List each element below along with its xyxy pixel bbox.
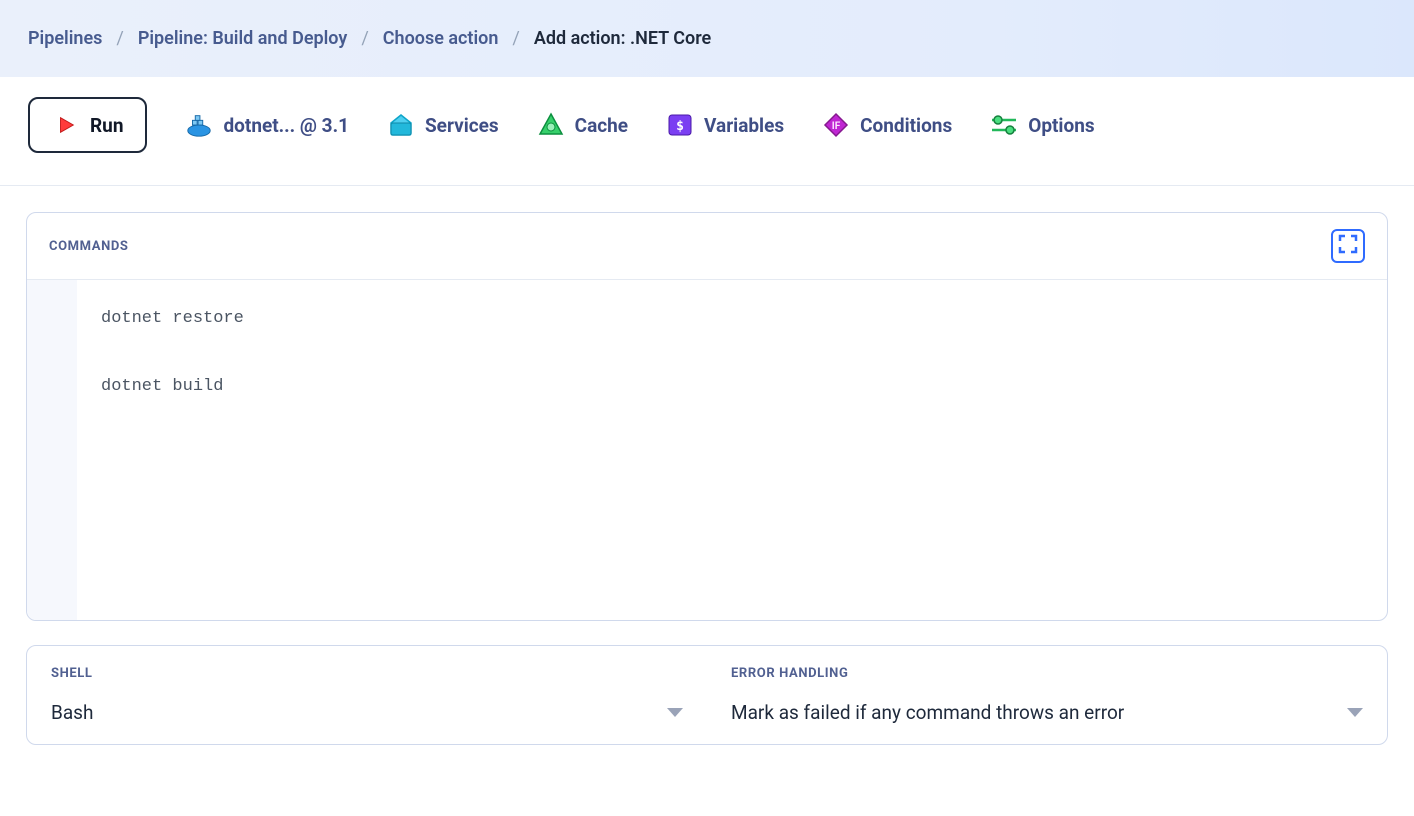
tab-services[interactable]: Services	[387, 103, 499, 147]
error-handling-value: Mark as failed if any command throws an …	[731, 701, 1124, 724]
error-handling-select[interactable]: Mark as failed if any command throws an …	[731, 701, 1363, 724]
docker-icon	[185, 111, 213, 139]
svg-text:$: $	[676, 119, 684, 134]
variables-icon: $	[666, 111, 694, 139]
editor-gutter	[27, 280, 77, 620]
tab-run-label: Run	[90, 114, 123, 137]
tab-docker-label: dotnet... @ 3.1	[223, 114, 349, 137]
services-icon	[387, 111, 415, 139]
options-icon	[990, 111, 1018, 139]
chevron-down-icon	[667, 708, 683, 717]
breadcrumb: Pipelines / Pipeline: Build and Deploy /…	[0, 0, 1414, 77]
shell-label: SHELL	[51, 666, 683, 681]
tab-bar: Run dotnet... @ 3.1 Services	[0, 77, 1414, 186]
svg-text:IF: IF	[832, 121, 841, 132]
shell-select[interactable]: Bash	[51, 701, 683, 724]
breadcrumb-choose-action[interactable]: Choose action	[383, 28, 499, 49]
fullscreen-icon	[1338, 234, 1358, 258]
tab-conditions[interactable]: IF Conditions	[822, 103, 952, 147]
tab-variables[interactable]: $ Variables	[666, 103, 784, 147]
breadcrumb-sep: /	[116, 28, 123, 49]
breadcrumb-sep: /	[361, 28, 368, 49]
commands-editor[interactable]: dotnet restore dotnet build	[77, 280, 1387, 620]
play-icon	[52, 111, 80, 139]
settings-panel: SHELL Bash ERROR HANDLING Mark as failed…	[26, 645, 1388, 745]
tab-conditions-label: Conditions	[860, 114, 952, 137]
commands-panel: COMMANDS dotnet restore dotnet build	[26, 212, 1388, 621]
breadcrumb-sep: /	[512, 28, 519, 49]
error-handling-label: ERROR HANDLING	[731, 666, 1363, 681]
tab-services-label: Services	[425, 114, 499, 137]
breadcrumb-current: Add action: .NET Core	[534, 28, 711, 49]
tab-options-label: Options	[1028, 114, 1094, 137]
tab-cache[interactable]: Cache	[537, 103, 628, 147]
tab-cache-label: Cache	[575, 114, 628, 137]
chevron-down-icon	[1347, 708, 1363, 717]
tab-options[interactable]: Options	[990, 103, 1094, 147]
conditions-icon: IF	[822, 111, 850, 139]
breadcrumb-pipeline-detail[interactable]: Pipeline: Build and Deploy	[138, 28, 347, 49]
expand-button[interactable]	[1331, 229, 1365, 263]
tab-variables-label: Variables	[704, 114, 784, 137]
shell-value: Bash	[51, 701, 93, 724]
tab-run[interactable]: Run	[28, 97, 147, 153]
cache-icon	[537, 111, 565, 139]
tab-docker[interactable]: dotnet... @ 3.1	[185, 103, 349, 147]
breadcrumb-pipelines[interactable]: Pipelines	[28, 28, 102, 49]
commands-title: COMMANDS	[49, 239, 129, 254]
